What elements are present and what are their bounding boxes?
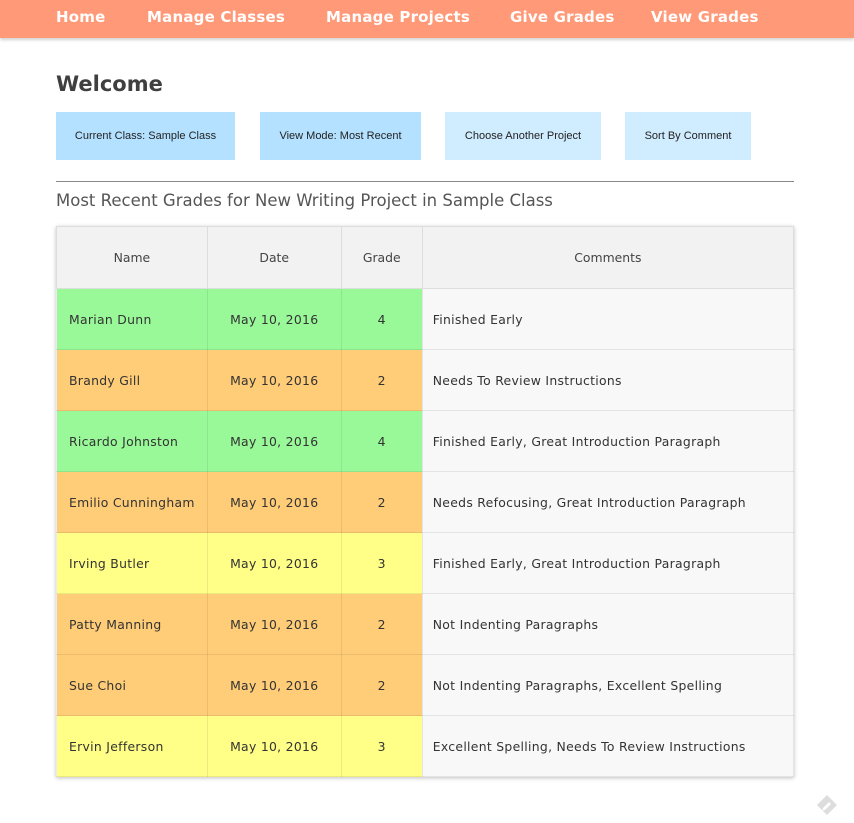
table-row[interactable]: Brandy Gill May 10, 2016 2 Needs To Review …: [56, 349, 795, 411]
grade-cell: 4: [340, 410, 423, 472]
student-name-cell: Sue Choi: [56, 654, 208, 716]
nav-manage-classes-link[interactable]: Manage Classes: [147, 8, 285, 26]
table-row[interactable]: Sue Choi May 10, 2016 2 Not Indenting Parag…: [56, 654, 795, 716]
student-name-cell: Marian Dunn: [56, 288, 208, 350]
column-header-name[interactable]: Name: [56, 226, 208, 289]
student-name-cell: Emilio Cunningham: [56, 471, 208, 533]
comments-cell: Finished Early, Great Introduction Parag…: [421, 410, 795, 472]
date-cell: May 10, 2016: [206, 654, 342, 716]
comments-cell: Not Indenting Paragraphs: [421, 593, 795, 655]
current-class-button[interactable]: Current Class: Sample Class: [56, 112, 235, 160]
feedback-pencil-icon[interactable]: [815, 793, 839, 817]
date-cell: May 10, 2016: [206, 715, 342, 777]
student-name-cell: Brandy Gill: [56, 349, 208, 411]
table-row[interactable]: Emilio Cunningham May 10, 2016 2 Needs Refo…: [56, 471, 795, 533]
section-divider: [56, 181, 794, 182]
grade-cell: 3: [340, 715, 423, 777]
grade-cell: 2: [340, 593, 423, 655]
nav-give-grades-link[interactable]: Give Grades: [510, 8, 615, 26]
column-header-date[interactable]: Date: [206, 226, 342, 289]
grades-table: Name Date Grade Comments Marian Dunn May …: [56, 226, 795, 777]
comments-cell: Finished Early: [421, 288, 795, 350]
date-cell: May 10, 2016: [206, 410, 342, 472]
student-name-cell: Irving Butler: [56, 532, 208, 594]
comments-cell: Not Indenting Paragraphs, Excellent Spel…: [421, 654, 795, 716]
table-title: Most Recent Grades for New Writing Proje…: [56, 191, 553, 210]
date-cell: May 10, 2016: [206, 532, 342, 594]
date-cell: May 10, 2016: [206, 471, 342, 533]
date-cell: May 10, 2016: [206, 349, 342, 411]
grade-cell: 2: [340, 349, 423, 411]
table-body: Marian Dunn May 10, 2016 4 Finished Early Br…: [56, 288, 795, 777]
nav-home-link[interactable]: Home: [56, 8, 105, 26]
table-row[interactable]: Patty Manning May 10, 2016 2 Not Indenting …: [56, 593, 795, 655]
nav-manage-projects-link[interactable]: Manage Projects: [326, 8, 470, 26]
date-cell: May 10, 2016: [206, 288, 342, 350]
comments-cell: Needs To Review Instructions: [421, 349, 795, 411]
nav-view-grades-link[interactable]: View Grades: [651, 8, 759, 26]
comments-cell: Excellent Spelling, Needs To Review Inst…: [421, 715, 795, 777]
date-cell: May 10, 2016: [206, 593, 342, 655]
column-header-comments[interactable]: Comments: [421, 226, 795, 289]
student-name-cell: Ervin Jefferson: [56, 715, 208, 777]
table-row[interactable]: Ricardo Johnston May 10, 2016 4 Finished Ea…: [56, 410, 795, 472]
student-name-cell: Ricardo Johnston: [56, 410, 208, 472]
table-header-row: Name Date Grade Comments: [56, 226, 795, 289]
student-name-cell: Patty Manning: [56, 593, 208, 655]
page-title: Welcome: [56, 72, 163, 96]
comments-cell: Finished Early, Great Introduction Parag…: [421, 532, 795, 594]
sort-by-comment-button[interactable]: Sort By Comment: [625, 112, 751, 160]
table-row[interactable]: Marian Dunn May 10, 2016 4 Finished Early: [56, 288, 795, 350]
grade-cell: 2: [340, 654, 423, 716]
choose-project-button[interactable]: Choose Another Project: [445, 112, 601, 160]
column-header-grade[interactable]: Grade: [340, 226, 423, 289]
grade-cell: 3: [340, 532, 423, 594]
grade-cell: 2: [340, 471, 423, 533]
table-row[interactable]: Ervin Jefferson May 10, 2016 3 Excellent Sp…: [56, 715, 795, 777]
table-row[interactable]: Irving Butler May 10, 2016 3 Finished Early…: [56, 532, 795, 594]
comments-cell: Needs Refocusing, Great Introduction Par…: [421, 471, 795, 533]
top-navbar: Home Manage Classes Manage Projects Give…: [0, 0, 854, 38]
view-mode-button[interactable]: View Mode: Most Recent: [260, 112, 421, 160]
grade-cell: 4: [340, 288, 423, 350]
